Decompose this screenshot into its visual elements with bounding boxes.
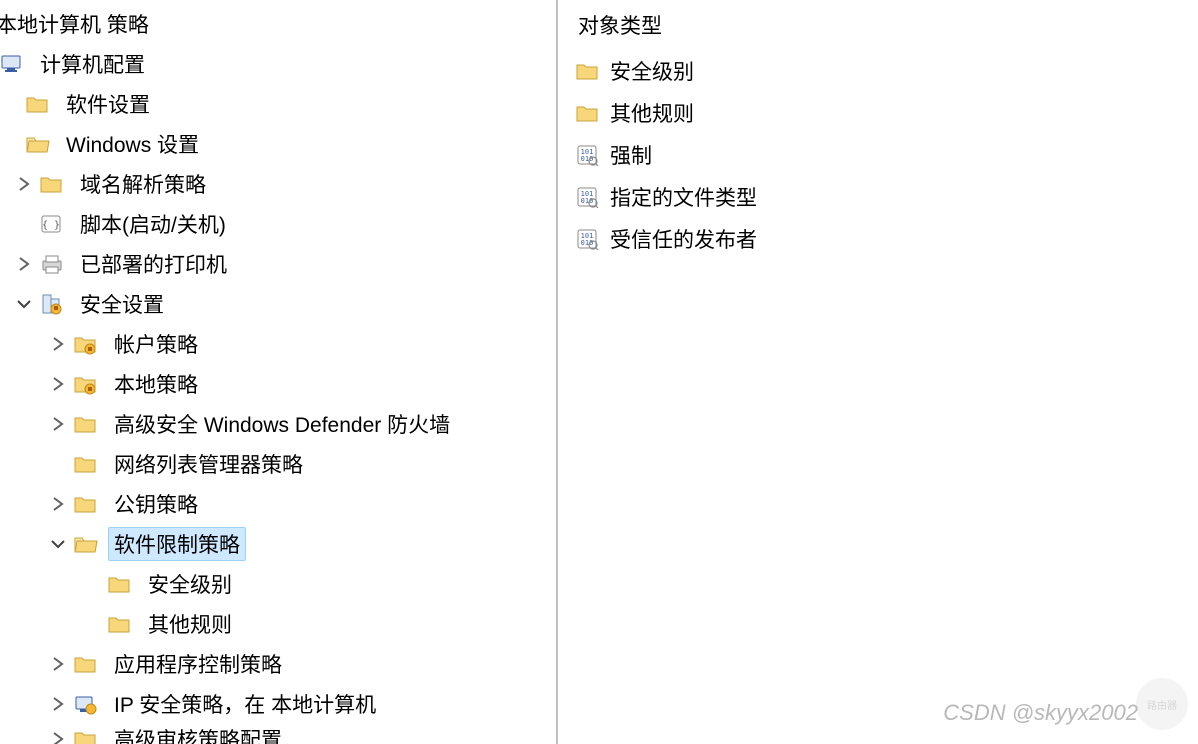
computer-icon [0,52,24,76]
folder-icon [74,727,98,744]
tree-label: 本地策略 [108,367,204,401]
list-item[interactable]: 安全级别 [558,50,1198,92]
tree-label: 计算机配置 [34,47,151,81]
tree-item-network-list[interactable]: 网络列表管理器策略 [0,444,556,484]
tree-item-security-level[interactable]: 安全级别 [0,564,556,604]
list-item-label: 受信任的发布者 [610,224,757,254]
folder-icon [74,492,98,516]
chevron-right-icon[interactable] [48,494,68,514]
folder-icon [576,101,600,125]
tree-item-account-policy[interactable]: 帐户策略 [0,324,556,364]
chevron-right-icon[interactable] [48,414,68,434]
list-item[interactable]: 其他规则 [558,92,1198,134]
list-item-label: 强制 [610,140,652,170]
tree-label: IP 安全策略，在 本地计算机 [108,687,382,721]
tree-item-deployed-printers[interactable]: 已部署的打印机 [0,244,556,284]
chevron-right-icon[interactable] [48,694,68,714]
chevron-right-icon[interactable] [48,729,68,744]
tree-label: 软件设置 [60,87,156,121]
list-item-label: 其他规则 [610,98,694,128]
folder-icon [108,612,132,636]
tree-item-security-settings[interactable]: 安全设置 [0,284,556,324]
tree-item-public-key[interactable]: 公钥策略 [0,484,556,524]
chevron-down-icon[interactable] [48,534,68,554]
tree-item-ip-security[interactable]: IP 安全策略，在 本地计算机 [0,684,556,724]
tree-label: 其他规则 [142,607,238,641]
printer-icon [40,252,64,276]
tree-item-windows-settings[interactable]: Windows 设置 [0,124,556,164]
list-item[interactable]: 强制 [558,134,1198,176]
chevron-right-icon[interactable] [14,254,34,274]
mmc-window: 本地计算机 策略 计算机配置 软件设置 Windows 设置 域名解析策略 脚本… [0,0,1198,744]
tree-item-app-control[interactable]: 应用程序控制策略 [0,644,556,684]
folder-icon [74,452,98,476]
tree-label: 安全设置 [74,287,170,321]
tree-item-software-settings[interactable]: 软件设置 [0,84,556,124]
tree-label: 软件限制策略 [108,527,246,561]
binary-icon [576,185,600,209]
folder-icon [576,59,600,83]
chevron-right-icon[interactable] [48,374,68,394]
security-icon [40,292,64,316]
folder-open-icon [74,532,98,556]
tree-item-root[interactable]: 本地计算机 策略 [0,4,556,44]
ip-security-icon [74,692,98,716]
chevron-down-icon[interactable] [14,294,34,314]
tree-item-other-rules[interactable]: 其他规则 [0,604,556,644]
chevron-right-icon[interactable] [14,174,34,194]
chevron-right-icon[interactable] [48,334,68,354]
folder-icon [74,652,98,676]
folder-lock-icon [74,372,98,396]
tree-item-scripts[interactable]: 脚本(启动/关机) [0,204,556,244]
tree-label: Windows 设置 [60,127,205,161]
folder-icon [40,172,64,196]
list-item[interactable]: 受信任的发布者 [558,218,1198,260]
tree-item-software-restriction[interactable]: 软件限制策略 [0,524,556,564]
tree-label: 域名解析策略 [74,167,212,201]
tree-item-advanced-audit[interactable]: 高级审核策略配置 [0,724,556,744]
chevron-right-icon[interactable] [48,654,68,674]
list-item[interactable]: 指定的文件类型 [558,176,1198,218]
column-header-object-type[interactable]: 对象类型 [558,4,1198,50]
folder-lock-icon [74,332,98,356]
tree-item-defender-firewall[interactable]: 高级安全 Windows Defender 防火墙 [0,404,556,444]
list-item-label: 指定的文件类型 [610,182,757,212]
tree-item-dns-policy[interactable]: 域名解析策略 [0,164,556,204]
folder-icon [108,572,132,596]
tree-label: 安全级别 [142,567,238,601]
tree-label: 帐户策略 [108,327,204,361]
binary-icon [576,143,600,167]
details-panel: 对象类型 安全级别 其他规则 强制 指定的文件类型 受信任的发布者 [558,0,1198,744]
tree-label: 已部署的打印机 [74,247,233,281]
folder-icon [74,412,98,436]
script-icon [40,212,64,236]
tree-label: 脚本(启动/关机) [74,207,232,241]
tree-label: 网络列表管理器策略 [108,447,309,481]
tree-label: 高级安全 Windows Defender 防火墙 [108,407,456,441]
tree-panel: 本地计算机 策略 计算机配置 软件设置 Windows 设置 域名解析策略 脚本… [0,0,556,744]
tree-label: 公钥策略 [108,487,204,521]
folder-icon [26,92,50,116]
tree-item-local-policy[interactable]: 本地策略 [0,364,556,404]
watermark-text: CSDN @skyyx2002 [943,700,1138,726]
tree-label: 应用程序控制策略 [108,647,288,681]
list-item-label: 安全级别 [610,56,694,86]
binary-icon [576,227,600,251]
tree-label: 本地计算机 策略 [0,7,155,41]
folder-open-icon [26,132,50,156]
tree-item-computer-config[interactable]: 计算机配置 [0,44,556,84]
watermark-badge: 路由器 [1136,678,1188,730]
tree-label: 高级审核策略配置 [108,724,288,744]
